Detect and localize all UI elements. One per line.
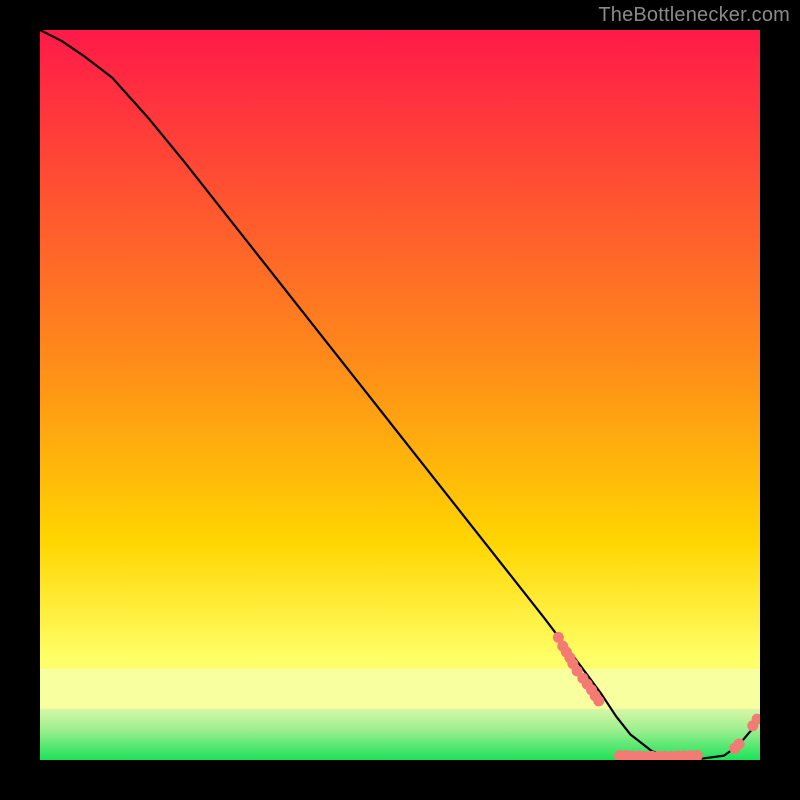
scatter-cluster-bottom [614,750,703,760]
chart-svg [40,30,760,760]
gradient-background [40,30,760,760]
chart-root: TheBottlenecker.com [0,0,800,800]
data-point [734,738,745,749]
pale-band [40,669,760,709]
plot-area [40,30,760,760]
data-point [593,695,604,706]
attribution-text: TheBottlenecker.com [598,4,790,27]
